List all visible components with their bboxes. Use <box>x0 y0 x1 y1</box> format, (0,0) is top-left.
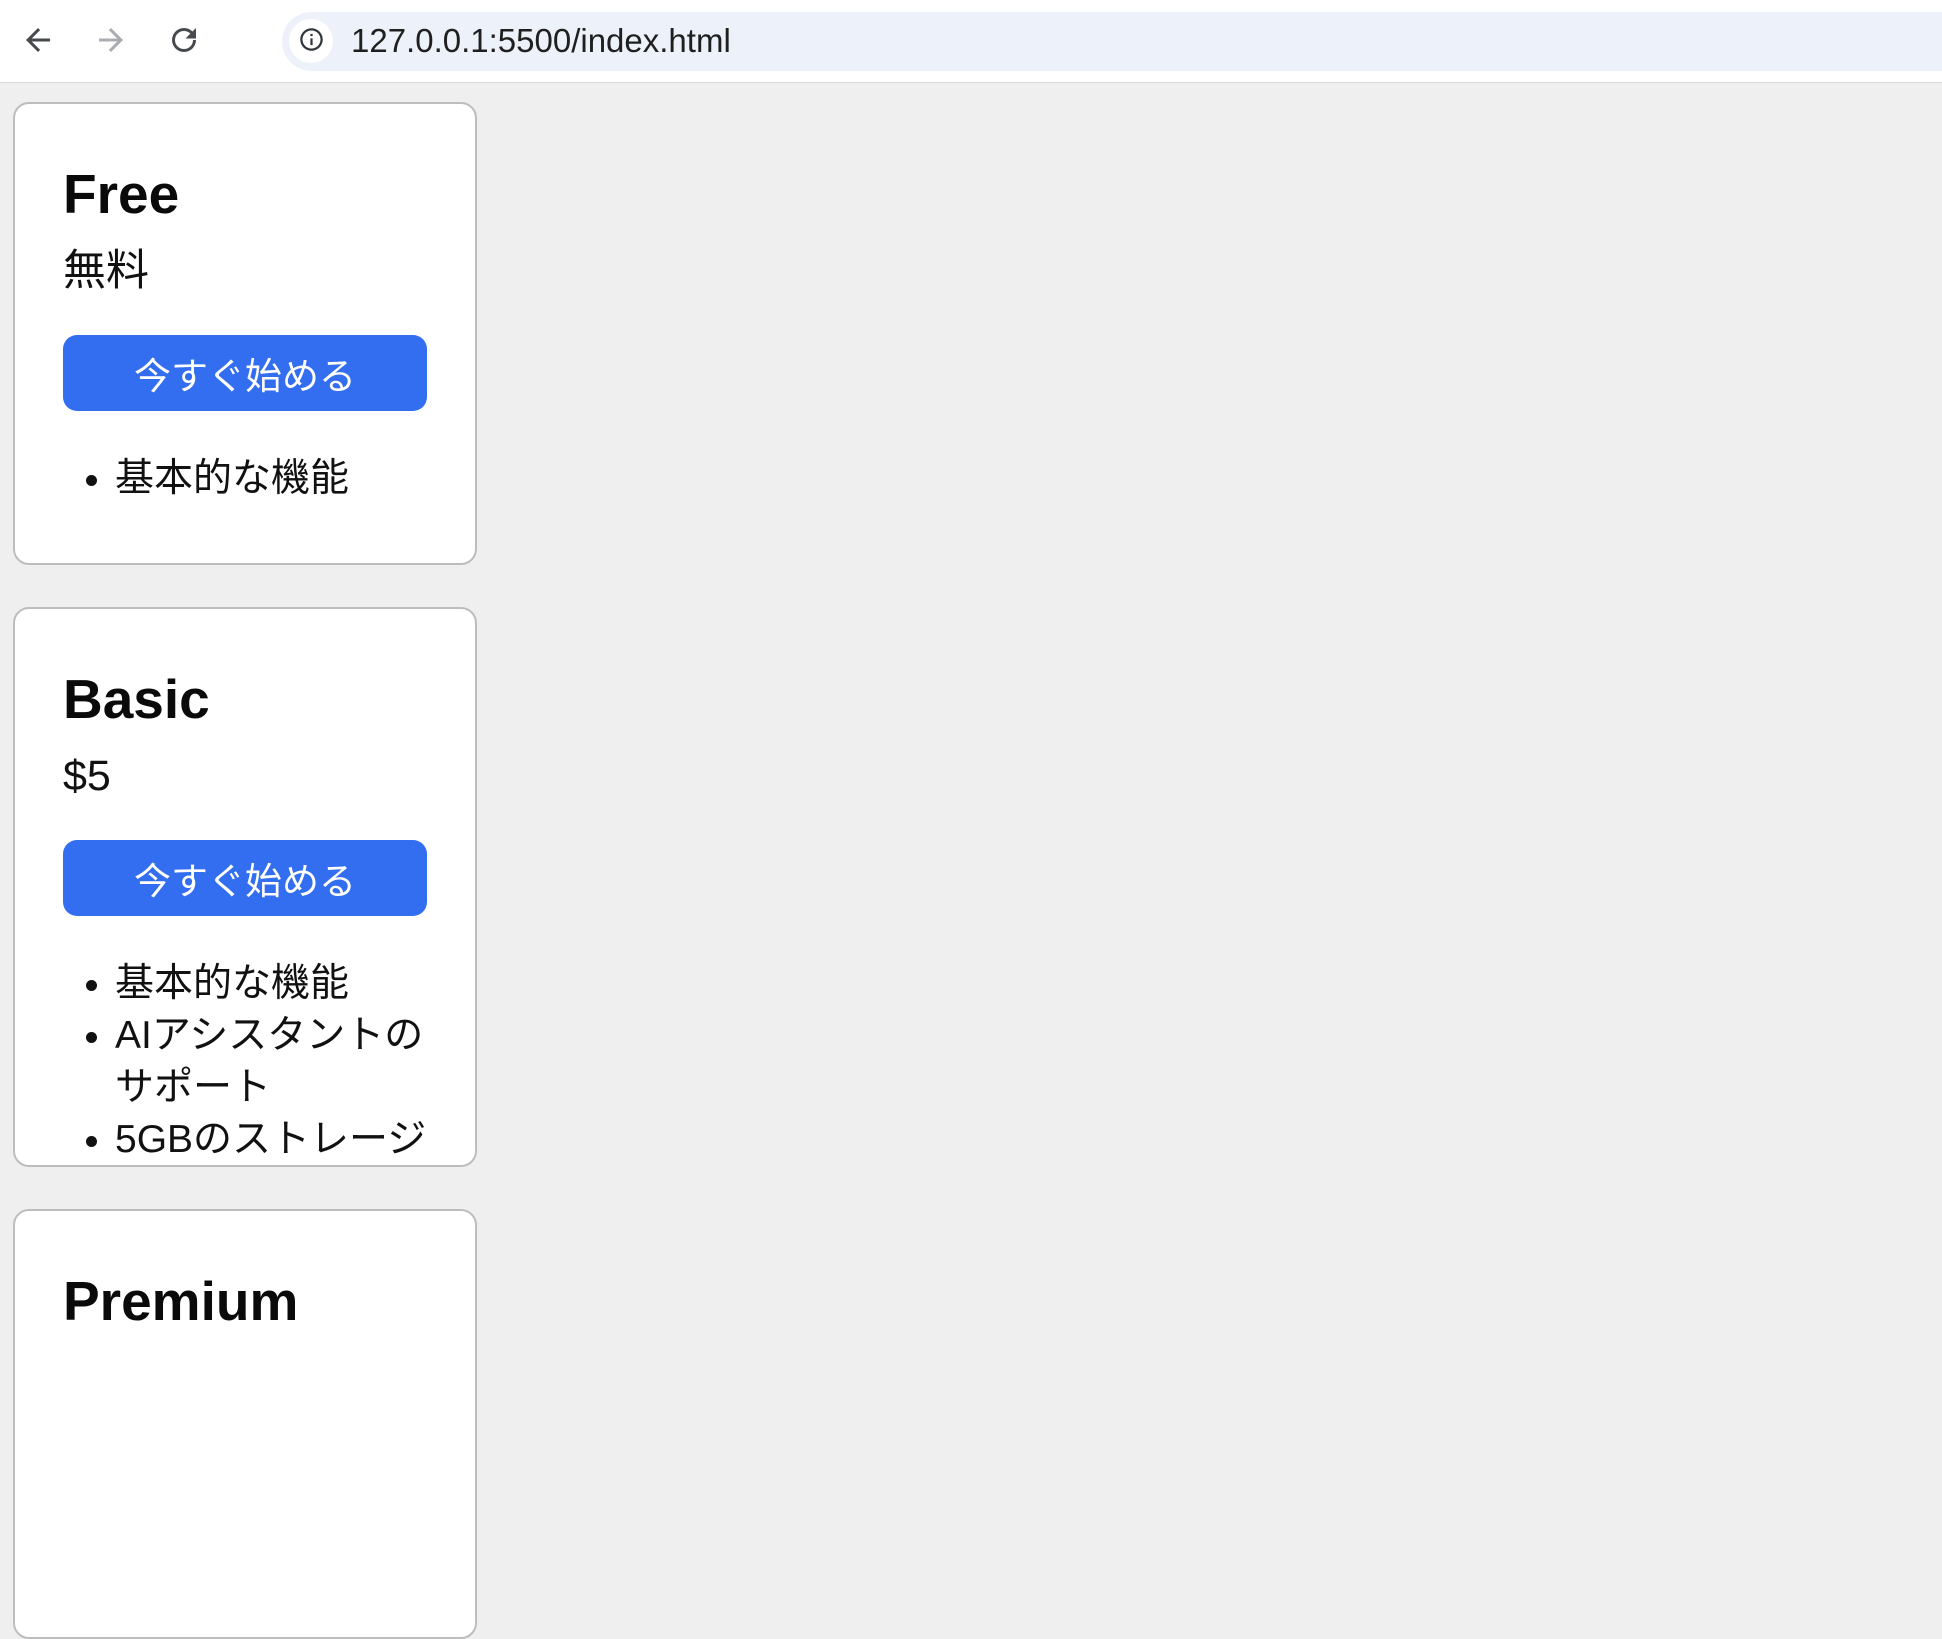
pricing-card: Basic $5 今すぐ始める 基本的な機能AIアシスタントのサポート5GBのス… <box>13 607 477 1167</box>
info-icon <box>298 26 325 56</box>
pricing-card: Premium <box>13 1209 477 1639</box>
reload-icon <box>166 22 202 61</box>
browser-toolbar: 127.0.0.1:5500/index.html <box>0 0 1942 83</box>
plan-price: $5 <box>63 755 427 798</box>
pricing-card: Free 無料 今すぐ始める 基本的な機能 <box>13 102 477 565</box>
plan-title: Free <box>63 167 427 222</box>
feature-list: 基本的な機能 <box>63 453 427 505</box>
plan-price: 無料 <box>63 250 427 293</box>
site-info-button[interactable] <box>289 19 333 63</box>
pricing-page: Free 無料 今すぐ始める 基本的な機能 Basic $5 今すぐ始める 基本… <box>0 83 1942 1639</box>
plan-title: Premium <box>63 1274 427 1329</box>
address-bar[interactable]: 127.0.0.1:5500/index.html <box>282 12 1942 71</box>
feature-item: 基本的な機能 <box>115 453 427 505</box>
plan-title: Basic <box>63 672 427 727</box>
feature-item: 基本的な機能 <box>115 958 427 1010</box>
forward-arrow-icon <box>93 22 129 61</box>
back-arrow-icon <box>20 22 56 61</box>
cta-button[interactable]: 今すぐ始める <box>63 335 427 411</box>
url-text: 127.0.0.1:5500/index.html <box>351 22 731 60</box>
cta-button[interactable]: 今すぐ始める <box>63 840 427 916</box>
back-button[interactable] <box>20 23 56 59</box>
feature-item: 5GBのストレージ <box>115 1114 427 1166</box>
feature-list: 基本的な機能AIアシスタントのサポート5GBのストレージ <box>63 958 427 1166</box>
pricing-card-list: Free 無料 今すぐ始める 基本的な機能 Basic $5 今すぐ始める 基本… <box>13 102 1942 1639</box>
forward-button[interactable] <box>93 23 129 59</box>
feature-item: AIアシスタントのサポート <box>115 1010 427 1114</box>
reload-button[interactable] <box>166 23 202 59</box>
